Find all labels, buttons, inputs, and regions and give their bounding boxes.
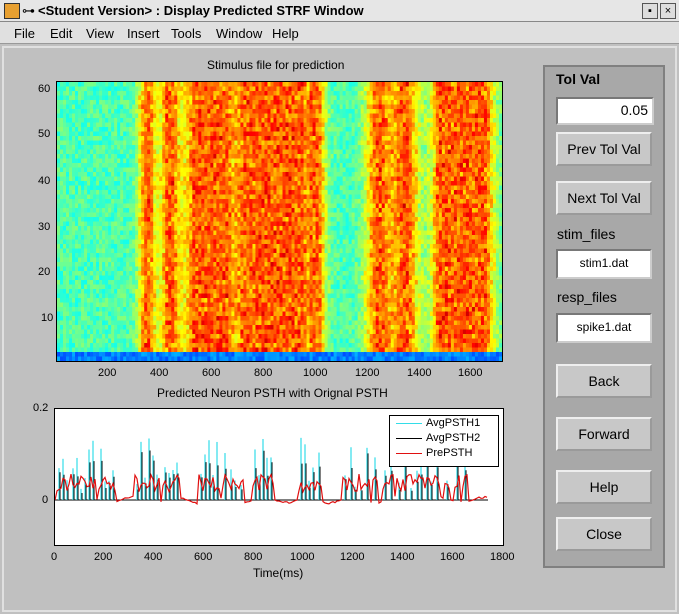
close-window-button[interactable]: × — [660, 3, 676, 19]
menu-file[interactable]: File — [14, 26, 35, 41]
menu-bar: File Edit View Insert Tools Window Help — [0, 22, 679, 44]
menu-tools[interactable]: Tools — [171, 26, 201, 41]
spectrogram-image — [57, 82, 502, 361]
title-bar: ⊶ <Student Version> : Display Predicted … — [0, 0, 679, 22]
minimize-button[interactable]: ▪ — [642, 3, 658, 19]
window-title: <Student Version> : Display Predicted ST… — [38, 3, 364, 18]
menu-insert[interactable]: Insert — [127, 26, 160, 41]
menu-window[interactable]: Window — [216, 26, 262, 41]
menu-edit[interactable]: Edit — [50, 26, 72, 41]
stimulus-spectrogram[interactable] — [56, 81, 503, 362]
matlab-icon[interactable] — [4, 3, 20, 19]
pin-icon: ⊶ — [22, 3, 35, 18]
stimulus-plot-title: Stimulus file for prediction — [207, 58, 345, 72]
menu-help[interactable]: Help — [272, 26, 299, 41]
menu-view[interactable]: View — [86, 26, 114, 41]
